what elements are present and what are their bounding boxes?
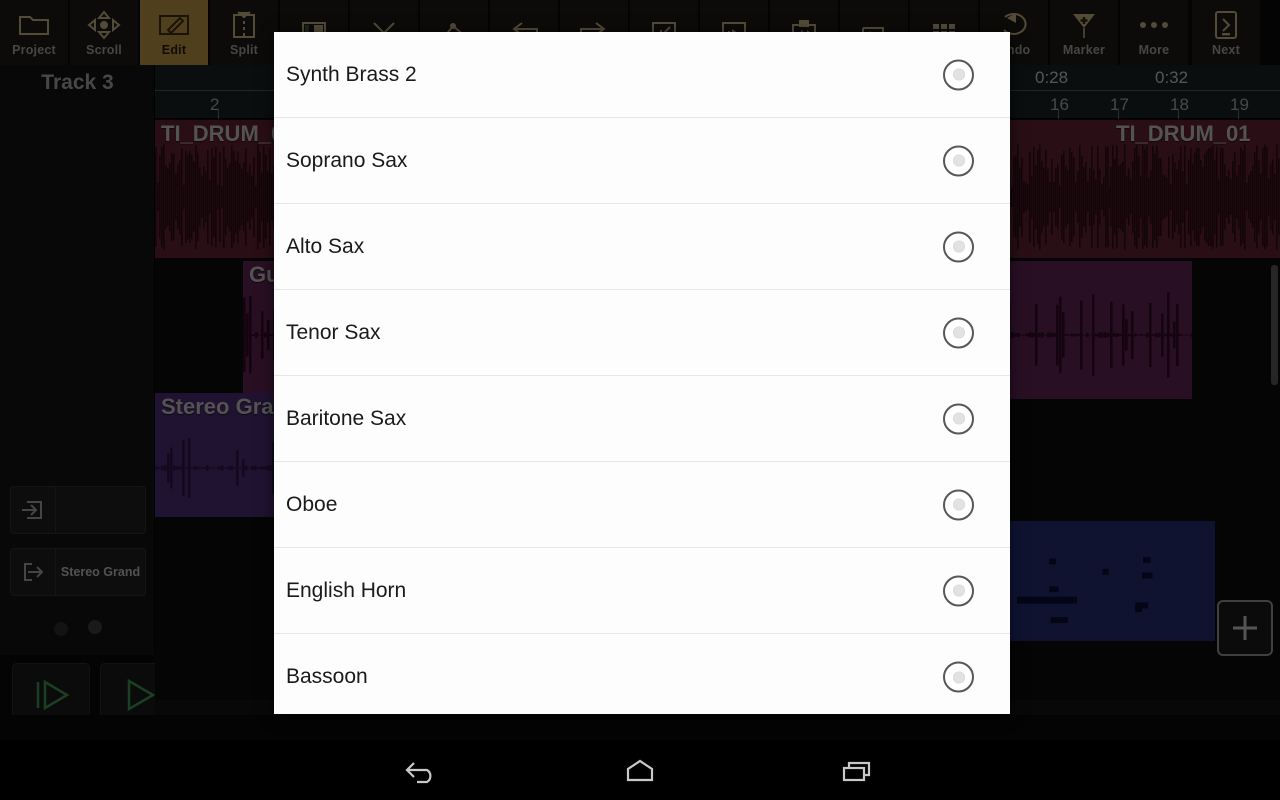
android-navigation-bar — [0, 740, 1280, 800]
radio-inner-dot — [952, 498, 965, 511]
instrument-list[interactable]: Synth Brass 2 Soprano Sax Alto Sax Tenor Sa… — [274, 32, 1010, 714]
instrument-list-item[interactable]: Bassoon — [274, 634, 1010, 714]
instrument-list-item[interactable]: Synth Brass 2 — [274, 32, 1010, 118]
instrument-list-item-label: Oboe — [286, 492, 338, 516]
recent-apps-icon[interactable] — [797, 740, 917, 800]
radio-button-icon[interactable] — [943, 489, 974, 520]
radio-inner-dot — [952, 240, 965, 253]
radio-button-icon[interactable] — [943, 661, 974, 693]
instrument-list-item-label: Bassoon — [286, 665, 368, 688]
instrument-list-item[interactable]: Tenor Sax — [274, 290, 1010, 376]
app-root: ProjectScrollEditSplitUndoMarkerMoreNext… — [0, 0, 1280, 800]
instrument-list-item-label: Baritone Sax — [286, 406, 407, 430]
radio-button-icon[interactable] — [943, 145, 974, 176]
radio-button-icon[interactable] — [943, 403, 974, 434]
radio-inner-dot — [952, 671, 965, 683]
radio-button-icon[interactable] — [943, 575, 974, 606]
radio-inner-dot — [952, 326, 965, 339]
instrument-list-item[interactable]: Oboe — [274, 462, 1010, 548]
radio-inner-dot — [952, 584, 965, 597]
home-icon[interactable] — [580, 740, 700, 800]
back-icon[interactable] — [363, 740, 483, 800]
instrument-picker-dialog: Synth Brass 2 Soprano Sax Alto Sax Tenor Sa… — [274, 32, 1010, 714]
instrument-list-item[interactable]: English Horn — [274, 548, 1010, 634]
radio-button-icon[interactable] — [943, 59, 974, 90]
radio-button-icon[interactable] — [943, 317, 974, 348]
instrument-list-item-label: Tenor Sax — [286, 320, 381, 344]
instrument-list-item-label: Synth Brass 2 — [286, 62, 417, 86]
instrument-list-item-label: Soprano Sax — [286, 148, 408, 172]
radio-inner-dot — [952, 154, 965, 167]
instrument-list-item-label: Alto Sax — [286, 234, 365, 258]
instrument-list-item[interactable]: Alto Sax — [274, 204, 1010, 290]
instrument-list-item-label: English Horn — [286, 578, 407, 602]
instrument-list-item[interactable]: Soprano Sax — [274, 118, 1010, 204]
radio-inner-dot — [952, 412, 965, 425]
radio-inner-dot — [952, 68, 965, 81]
instrument-list-item[interactable]: Baritone Sax — [274, 376, 1010, 462]
radio-button-icon[interactable] — [943, 231, 974, 262]
